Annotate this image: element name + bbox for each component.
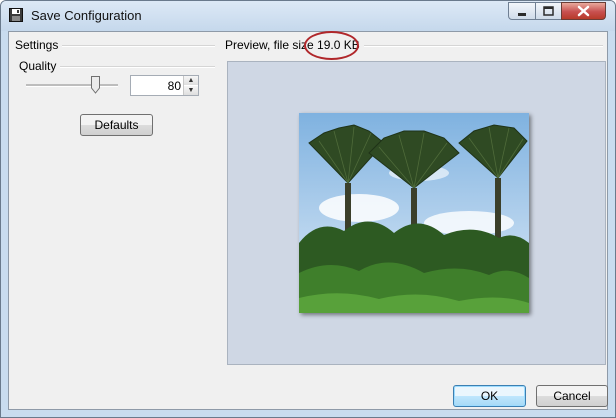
- dialog-content: Settings Quality 80 ▲ ▼ Defaults Preview…: [8, 31, 608, 410]
- maximize-button[interactable]: [535, 2, 562, 20]
- ok-button[interactable]: OK: [453, 385, 526, 407]
- cancel-button-label: Cancel: [553, 389, 591, 403]
- preview-label-text: Preview, file size: [225, 38, 314, 52]
- quality-slider-track[interactable]: [26, 84, 118, 87]
- save-configuration-dialog: Save Configuration Settings Quality 80 ▲…: [0, 0, 616, 418]
- settings-group-label: Settings: [15, 38, 63, 52]
- preview-image: [299, 113, 529, 313]
- ok-button-label: OK: [480, 389, 499, 403]
- palm-trees-photo: [299, 113, 529, 313]
- defaults-button-label: Defaults: [94, 118, 139, 132]
- spin-up-icon[interactable]: ▲: [184, 76, 198, 85]
- title-bar[interactable]: Save Configuration: [1, 1, 615, 31]
- window-title: Save Configuration: [31, 8, 142, 23]
- quality-spinbox[interactable]: 80 ▲ ▼: [130, 75, 199, 96]
- quality-value[interactable]: 80: [168, 79, 181, 93]
- maximize-icon: [543, 6, 554, 16]
- quality-spinner-buttons: ▲ ▼: [183, 76, 198, 95]
- defaults-button[interactable]: Defaults: [80, 114, 153, 136]
- quality-slider-thumb[interactable]: [91, 76, 100, 94]
- cancel-button[interactable]: Cancel: [536, 385, 608, 407]
- close-button[interactable]: [561, 2, 606, 20]
- minimize-button[interactable]: [508, 2, 536, 20]
- minimize-icon: [518, 13, 526, 16]
- preview-panel: [227, 61, 606, 365]
- close-icon: [577, 5, 590, 17]
- highlight-ellipse: [304, 31, 359, 60]
- spin-down-icon[interactable]: ▼: [184, 86, 198, 95]
- floppy-disk-icon: [9, 8, 23, 22]
- quality-label: Quality: [19, 59, 61, 73]
